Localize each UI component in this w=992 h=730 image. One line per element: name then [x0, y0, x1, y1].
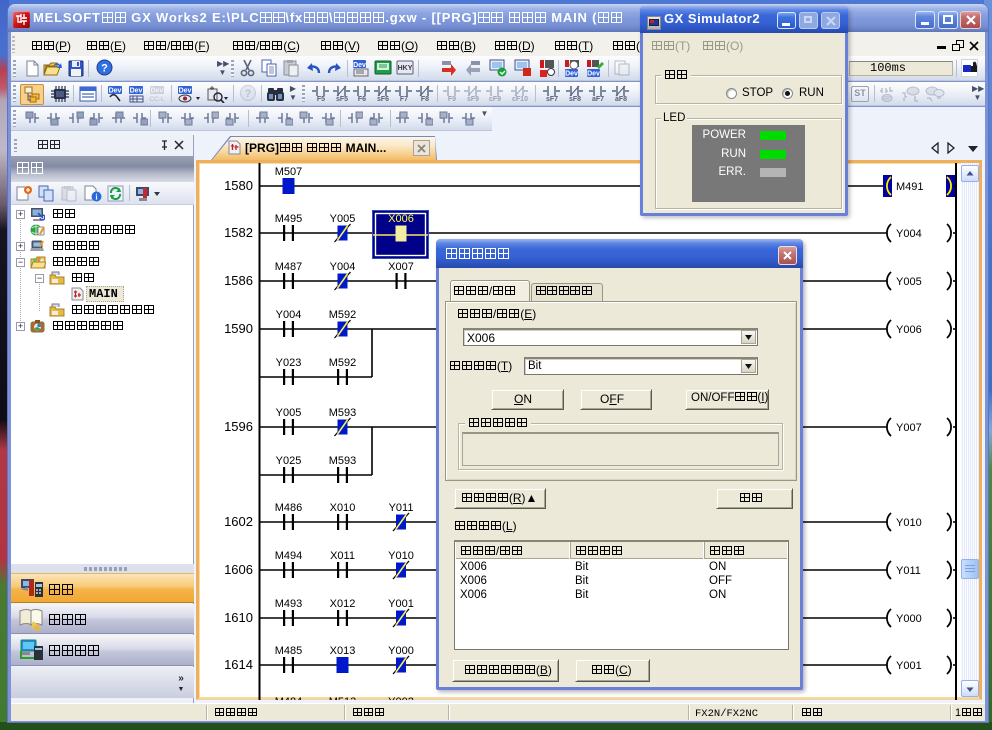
svg-text:Dev: Dev [151, 88, 164, 95]
svg-text:?: ? [245, 88, 252, 100]
svg-text:Dev: Dev [130, 88, 143, 95]
svg-text:HKY: HKY [398, 65, 413, 72]
svg-text:CC-L: CC-L [149, 96, 165, 103]
svg-text:Dev: Dev [109, 88, 122, 95]
svg-text:?: ? [101, 63, 108, 75]
svg-text:Dev: Dev [179, 88, 192, 95]
svg-text:Dev: Dev [353, 62, 366, 69]
svg-text:Dev: Dev [587, 71, 600, 78]
svg-text:Dev: Dev [565, 71, 578, 78]
